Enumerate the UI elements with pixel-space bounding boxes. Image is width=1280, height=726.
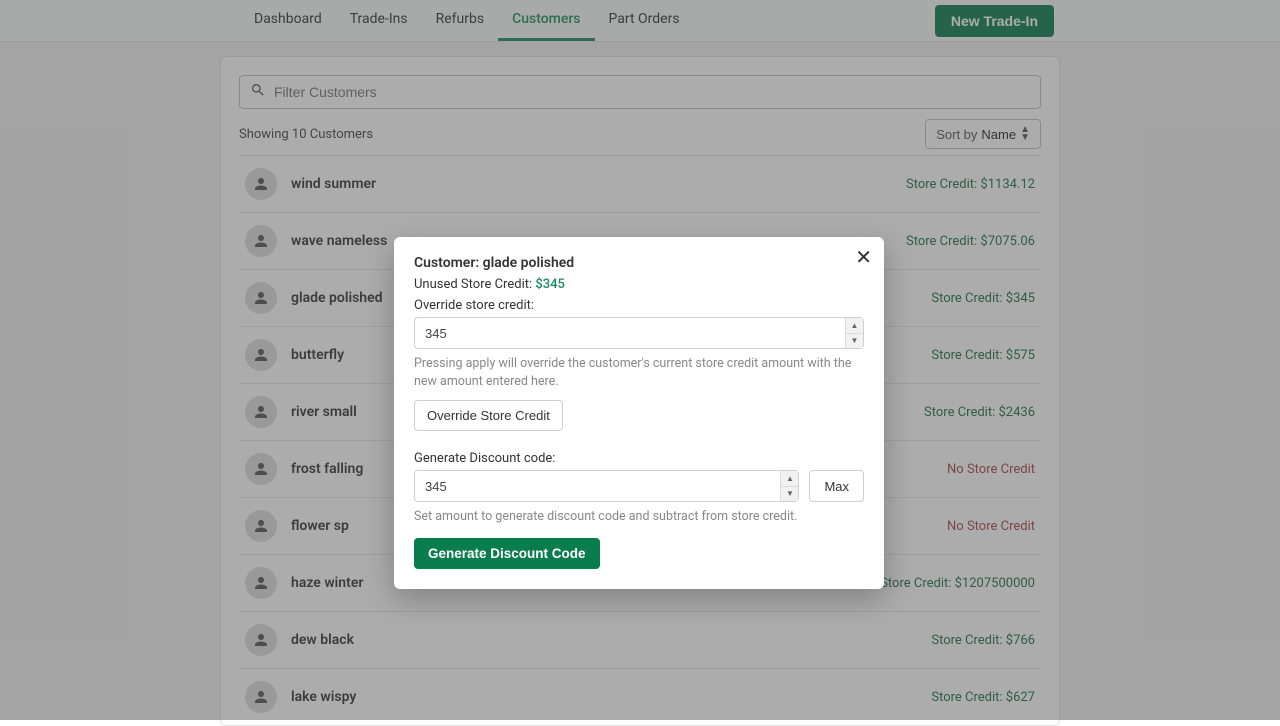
generate-discount-button[interactable]: Generate Discount Code <box>414 538 600 569</box>
generate-input[interactable] <box>415 471 780 501</box>
override-step-up-icon[interactable]: ▲ <box>846 318 863 334</box>
generate-label: Generate Discount code: <box>414 451 864 466</box>
modal-title: Customer: glade polished <box>414 255 864 271</box>
override-input[interactable] <box>415 318 845 348</box>
override-label: Override store credit: <box>414 298 864 313</box>
override-input-wrap[interactable]: ▲ ▼ <box>414 317 864 349</box>
override-credit-button[interactable]: Override Store Credit <box>414 400 563 431</box>
unused-credit-line: Unused Store Credit: $345 <box>414 277 864 292</box>
override-step-down-icon[interactable]: ▼ <box>846 334 863 349</box>
generate-help: Set amount to generate discount code and… <box>414 508 864 526</box>
generate-step-down-icon[interactable]: ▼ <box>781 487 798 502</box>
customer-modal: ✕ Customer: glade polished Unused Store … <box>394 237 884 589</box>
generate-step-up-icon[interactable]: ▲ <box>781 471 798 487</box>
close-icon[interactable]: ✕ <box>855 247 872 267</box>
generate-input-wrap[interactable]: ▲ ▼ <box>414 470 799 502</box>
override-help: Pressing apply will override the custome… <box>414 355 864 390</box>
max-button[interactable]: Max <box>809 470 864 502</box>
